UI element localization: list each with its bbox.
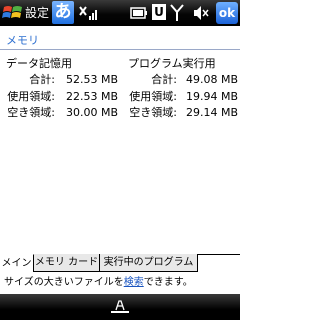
tip-prefix: サイズの大きいファイルを <box>4 277 124 288</box>
storage-total-value: 52.53 MB <box>65 73 118 86</box>
title-bar: 設定 あ U ok <box>0 0 240 26</box>
volume-mute-icon[interactable] <box>193 5 209 21</box>
windows-start-icon[interactable] <box>2 3 24 23</box>
program-used-label: 使用領域: <box>129 90 177 103</box>
program-free-value: 29.14 MB <box>185 106 238 119</box>
ok-button[interactable]: ok <box>216 2 238 24</box>
search-link[interactable]: 検索 <box>124 277 144 288</box>
page-title: メモリ <box>6 34 39 47</box>
battery-icon[interactable] <box>130 6 148 20</box>
antenna-icon[interactable] <box>170 4 184 22</box>
ime-icon[interactable]: あ <box>52 1 74 24</box>
usb-badge: U <box>152 4 166 20</box>
tab-memory-card[interactable]: メモリ カード <box>34 254 100 272</box>
storage-used-value: 22.53 MB <box>65 90 118 103</box>
storage-free-value: 30.00 MB <box>65 106 118 119</box>
tab-main[interactable]: メイン <box>0 254 34 272</box>
tip-text: サイズの大きいファイルを検索できます。 <box>4 276 193 290</box>
storage-used-label: 使用領域: <box>7 90 55 103</box>
storage-free-label: 空き領域: <box>7 106 55 119</box>
app-title: 設定 <box>25 6 50 20</box>
program-total-label: 合計: <box>151 73 177 86</box>
storage-total-label: 合計: <box>29 73 55 86</box>
tip-suffix: できます。 <box>143 277 193 288</box>
title-divider <box>0 49 240 50</box>
program-free-label: 空き領域: <box>129 106 177 119</box>
signal-off-icon[interactable] <box>76 4 100 22</box>
tab-bar: メイン メモリ カード 実行中のプログラム <box>0 254 240 273</box>
program-total-value: 49.08 MB <box>185 73 238 86</box>
tab-running-programs[interactable]: 実行中のプログラム <box>100 254 198 272</box>
program-used-value: 19.94 MB <box>185 90 238 103</box>
storage-section-title: データ記憶用 <box>6 57 72 70</box>
keyboard-icon[interactable] <box>109 299 131 315</box>
softkey-bar <box>0 294 240 320</box>
program-section-title: プログラム実行用 <box>128 57 216 70</box>
